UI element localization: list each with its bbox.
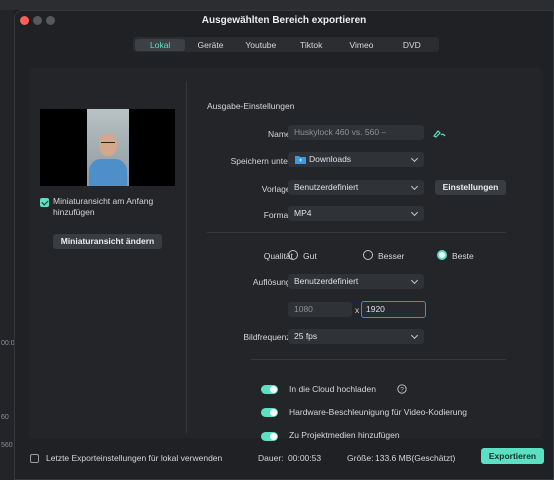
section-divider: [251, 359, 506, 360]
quality-gut-label: Gut: [303, 251, 317, 261]
change-thumbnail-button[interactable]: Miniaturansicht ändern: [53, 234, 162, 249]
thumbnail-checkbox-label: Miniaturansicht am Anfang: [53, 196, 154, 206]
tab-tiktok[interactable]: Tiktok: [286, 39, 336, 51]
export-target-tabs: Lokal Geräte Youtube Tiktok Vimeo DVD: [133, 37, 439, 52]
background-label: 60: [1, 414, 9, 421]
hardware-acceleration-toggle[interactable]: [261, 408, 278, 417]
cloud-upload-label: In die Cloud hochladen: [289, 384, 376, 394]
format-value: MP4: [294, 208, 312, 218]
background-timecode: 00:0: [1, 340, 15, 347]
resolution-separator: x: [355, 305, 360, 315]
remember-settings-checkbox[interactable]: [30, 454, 39, 463]
tab-youtube[interactable]: Youtube: [236, 39, 286, 51]
panel-divider: [186, 81, 187, 433]
background-label: 560: [1, 442, 13, 449]
chevron-down-icon: [410, 331, 419, 340]
chevron-down-icon: [410, 154, 419, 163]
remember-settings-label: Letzte Exporteinstellungen für lokal ver…: [46, 453, 223, 463]
background-app-timeline: [0, 10, 14, 480]
quality-besser-label: Besser: [378, 251, 405, 261]
thumbnail-at-start-checkbox[interactable]: [40, 198, 49, 207]
tab-geraete[interactable]: Geräte: [185, 39, 235, 51]
add-to-project-media-label: Zu Projektmedien hinzufügen: [289, 430, 400, 440]
framerate-select[interactable]: 25 fps: [288, 329, 424, 344]
height-input[interactable]: 1920: [361, 301, 426, 318]
resolution-value: Benutzerdefiniert: [294, 276, 359, 286]
save-location-label: Speichern unter:: [230, 156, 293, 166]
tab-dvd[interactable]: DVD: [387, 39, 437, 51]
chevron-down-icon: [410, 182, 419, 191]
resolution-select[interactable]: Benutzerdefiniert: [288, 274, 424, 289]
svg-text:?: ?: [400, 387, 404, 394]
tab-lokal[interactable]: Lokal: [135, 38, 186, 51]
size-label: Größe:: [347, 453, 374, 463]
title-bar: Ausgewählten Bereich exportieren: [15, 11, 553, 32]
size-value: 133.6 MB(Geschätzt): [375, 453, 456, 463]
section-title: Ausgabe-Einstellungen: [207, 101, 295, 111]
duration-label: Dauer:: [258, 453, 284, 463]
duration-value: 00:00:53: [288, 453, 322, 463]
settings-button[interactable]: Einstellungen: [435, 180, 506, 195]
tab-vimeo[interactable]: Vimeo: [336, 39, 386, 51]
export-button[interactable]: Exportieren: [481, 448, 544, 464]
section-divider: [207, 232, 506, 233]
name-label: Name:: [267, 129, 293, 139]
hardware-acceleration-label: Hardware-Beschleunigung für Video-Kodier…: [289, 407, 467, 417]
thumbnail-image: [87, 109, 129, 186]
export-dialog: Ausgewählten Bereich exportieren Lokal G…: [14, 10, 554, 480]
framerate-label: Bildfrequenz:: [243, 332, 293, 342]
name-input[interactable]: Huskylock 460 vs. 560 –: [288, 125, 424, 140]
quality-label: Qualität: [263, 251, 293, 261]
chevron-down-icon: [410, 276, 419, 285]
window-title: Ausgewählten Bereich exportieren: [201, 15, 367, 26]
quality-besser-radio[interactable]: [363, 250, 373, 260]
template-value: Benutzerdefiniert: [294, 182, 359, 192]
format-label: Format:: [263, 210, 293, 220]
resolution-label: Auflösung:: [252, 277, 293, 287]
background-app-toolbar: [0, 0, 554, 10]
template-label: Vorlage:: [261, 184, 293, 194]
quality-beste-label: Beste: [452, 251, 474, 261]
cloud-upload-toggle[interactable]: [261, 385, 278, 394]
template-select[interactable]: Benutzerdefiniert: [288, 180, 424, 195]
export-settings-panel: Miniaturansicht am Anfang hinzufügen Min…: [29, 68, 541, 441]
video-thumbnail: [40, 109, 175, 186]
quality-gut-radio[interactable]: [288, 250, 298, 260]
save-location-value: Downloads: [309, 154, 352, 164]
add-to-project-media-toggle[interactable]: [261, 432, 278, 441]
width-input[interactable]: 1080: [288, 302, 352, 317]
chevron-down-icon: [410, 208, 419, 217]
format-select[interactable]: MP4: [288, 206, 424, 221]
framerate-value: 25 fps: [294, 331, 318, 341]
thumbnail-checkbox-label: hinzufügen: [53, 207, 95, 217]
save-location-select[interactable]: Downloads: [288, 152, 424, 167]
quality-beste-radio[interactable]: [437, 250, 447, 260]
folder-icon: [295, 156, 306, 164]
ai-rename-icon[interactable]: [433, 129, 446, 138]
help-icon[interactable]: ?: [397, 384, 407, 394]
